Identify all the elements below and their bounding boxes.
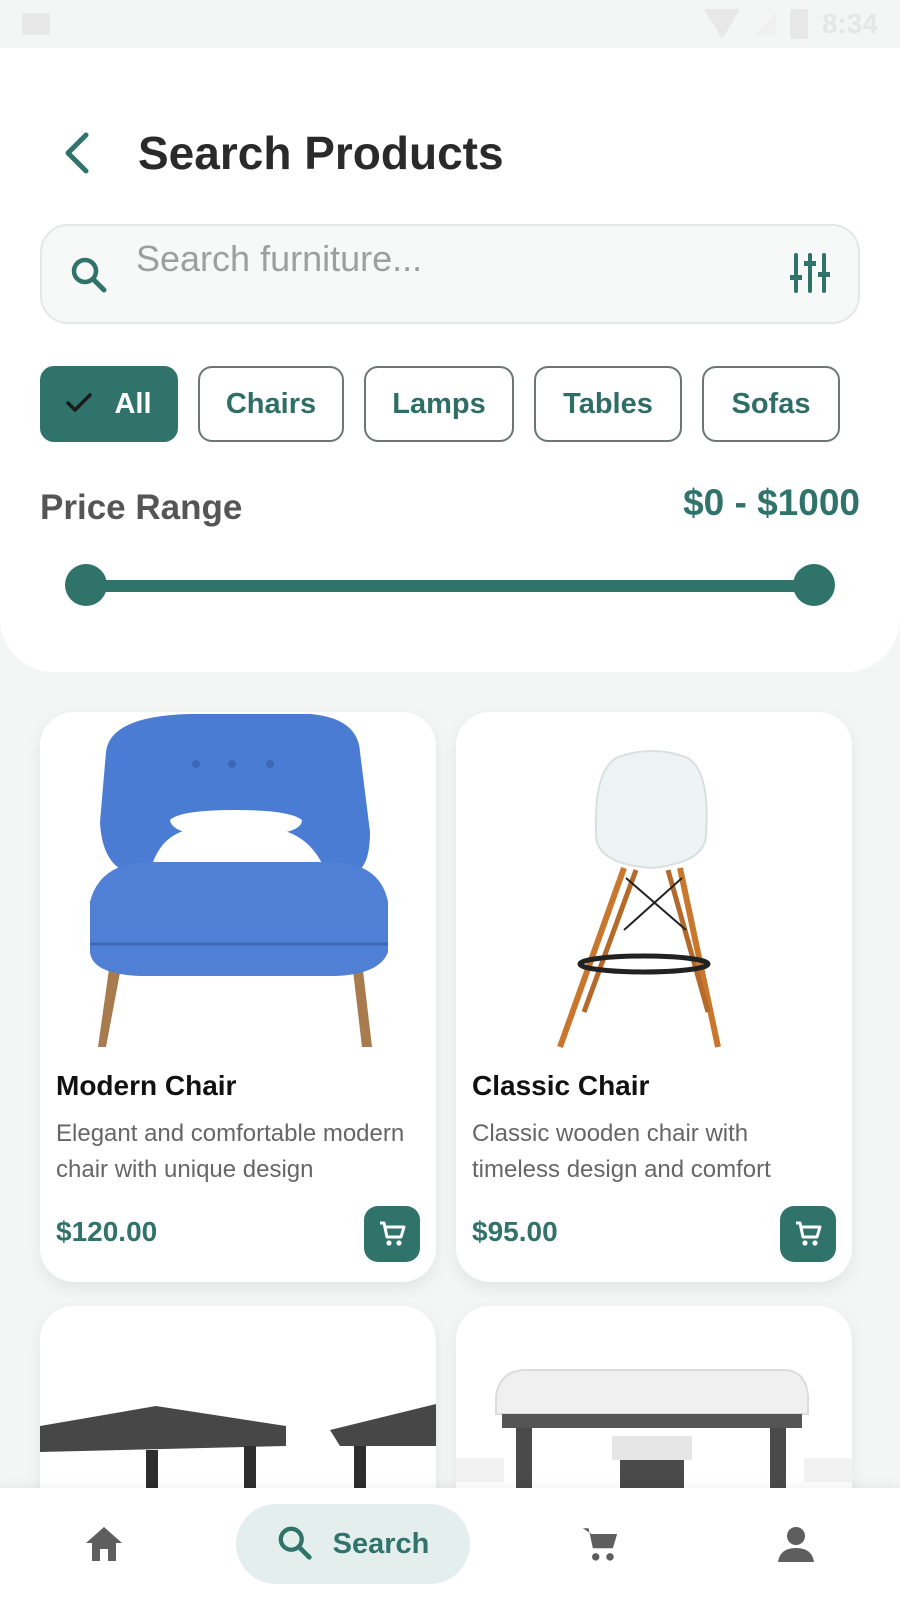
nav-profile[interactable] (756, 1504, 836, 1584)
product-description: Elegant and comfortable modern chair wit… (56, 1120, 405, 1183)
bottom-navigation: Search (0, 1488, 900, 1600)
home-icon (86, 1527, 122, 1561)
product-card[interactable]: Modern Chair Elegant and comfortable mod… (40, 712, 436, 1282)
chip-chairs[interactable]: Chairs (198, 366, 344, 442)
search-icon (278, 1526, 312, 1560)
nav-cart[interactable] (560, 1504, 640, 1584)
signal-icon (753, 12, 776, 36)
search-filter-panel: Search Products All Chairs (0, 48, 900, 672)
chip-lamps[interactable]: Lamps (364, 366, 514, 442)
price-range-label: Price Range (40, 488, 243, 527)
app-header: Search Products (0, 108, 900, 198)
product-name: Classic Chair (472, 1070, 650, 1101)
cart-icon (582, 1528, 618, 1561)
back-button[interactable] (50, 125, 106, 181)
filter-settings-icon[interactable] (790, 252, 830, 299)
category-chips: All Chairs Lamps Tables Sofas (40, 366, 840, 442)
search-input[interactable] (136, 234, 736, 284)
cart-icon (796, 1221, 822, 1246)
chip-label: All (114, 387, 152, 420)
nav-search-label: Search (332, 1527, 430, 1560)
chip-tables[interactable]: Tables (534, 366, 682, 442)
chip-label: Sofas (731, 387, 811, 420)
nav-home[interactable] (64, 1504, 144, 1584)
wifi-icon (703, 9, 740, 39)
check-icon (66, 388, 93, 421)
product-card[interactable]: Classic Chair Classic wooden chair with … (456, 712, 852, 1282)
nav-search[interactable]: Search (236, 1504, 470, 1584)
status-time: 8:34 (821, 8, 878, 39)
chip-all[interactable]: All (40, 366, 178, 442)
price-range-value: $0 - $1000 (683, 482, 860, 523)
white-bar-stool-image (456, 712, 852, 1052)
product-price: $120.00 (56, 1216, 158, 1247)
chevron-left-icon (65, 132, 89, 174)
add-to-cart-button[interactable] (780, 1206, 836, 1262)
blue-armchair-image (40, 712, 436, 1052)
chip-label: Tables (563, 387, 653, 420)
status-indicators: 8:34 (703, 8, 878, 40)
page-title: Search Products (138, 127, 504, 179)
product-price: $95.00 (472, 1216, 558, 1247)
profile-icon (778, 1527, 814, 1562)
add-to-cart-button[interactable] (364, 1206, 420, 1262)
search-icon (70, 256, 110, 301)
search-bar[interactable] (40, 224, 860, 324)
slider-active-track (86, 580, 814, 592)
chip-sofas[interactable]: Sofas (702, 366, 840, 442)
chip-label: Chairs (225, 387, 317, 420)
product-name: Modern Chair (56, 1070, 237, 1101)
gallery-notification-icon (22, 13, 50, 35)
slider-min-thumb[interactable] (65, 564, 107, 606)
product-description: Classic wooden chair with timeless desig… (472, 1120, 771, 1183)
status-bar: 8:34 (0, 0, 900, 48)
cart-icon (380, 1221, 406, 1246)
price-range-slider[interactable] (65, 564, 835, 608)
slider-max-thumb[interactable] (793, 564, 835, 606)
chip-label: Lamps (392, 387, 486, 420)
battery-icon (789, 9, 808, 39)
